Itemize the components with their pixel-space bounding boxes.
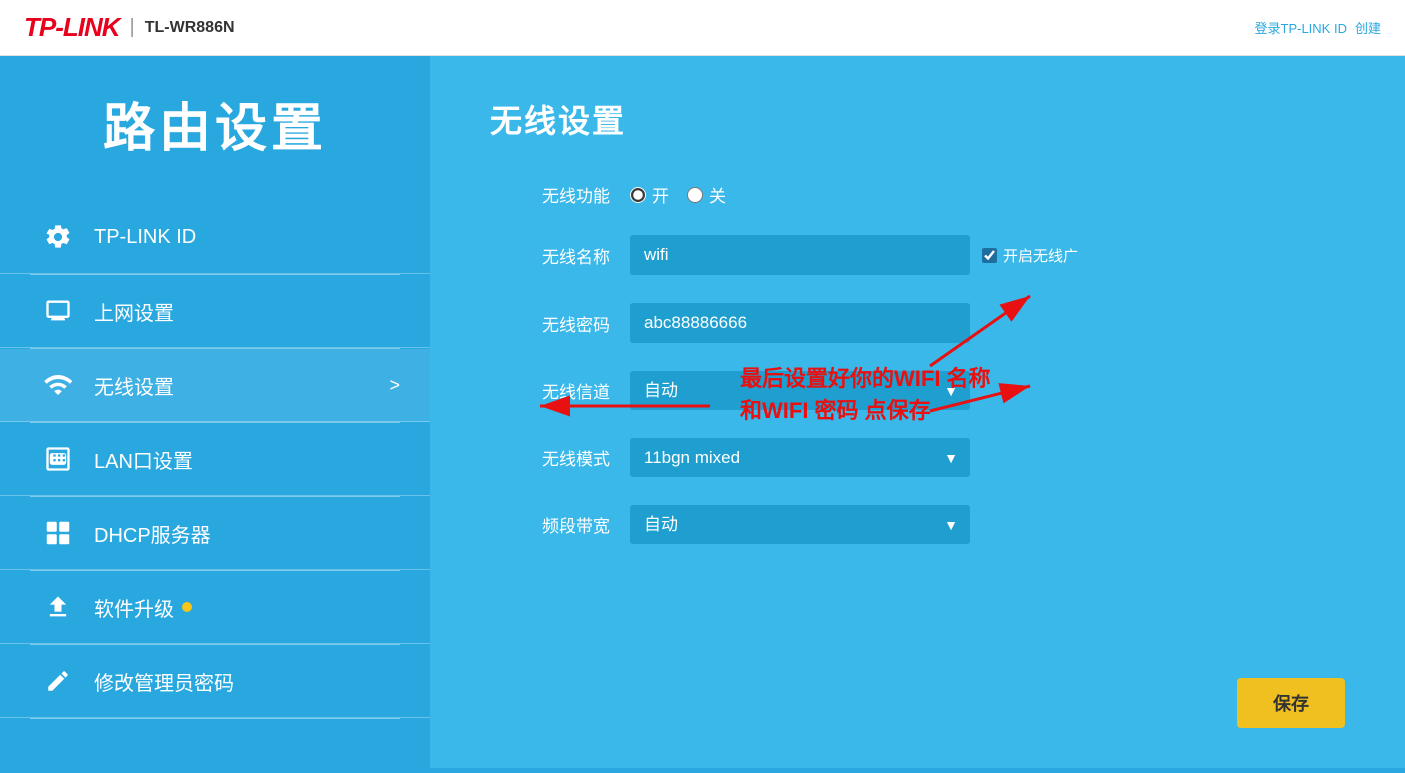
bandwidth-select[interactable]: 自动 20MHz 40MHz <box>630 505 970 544</box>
wireless-mode-control: 11bgn mixed 11b only 11g only 11n only ▼ <box>630 438 970 477</box>
brand-model: TL-WR886N <box>145 19 235 37</box>
login-link[interactable]: 登录TP-LINK ID <box>1255 18 1347 37</box>
wireless-on-label: 开 <box>652 182 669 207</box>
mode-select-wrapper: 11bgn mixed 11b only 11g only 11n only ▼ <box>630 438 970 477</box>
logo-divider: | <box>130 16 135 39</box>
upload-icon <box>40 589 76 625</box>
wireless-on-radio[interactable]: 开 <box>630 182 669 207</box>
annotation-overlay: 最后设置好你的WIFI 名称 和WIFI 密码 点保存 <box>430 56 1405 768</box>
wireless-mode-label: 无线模式 <box>490 445 610 470</box>
wireless-bandwidth-control: 自动 20MHz 40MHz ▼ <box>630 505 970 544</box>
wireless-func-control: 开 关 <box>630 182 726 207</box>
broadcast-label-text: 开启无线广 <box>1003 245 1078 266</box>
wireless-name-row: 无线名称 开启无线广 <box>490 235 1345 275</box>
sidebar-item-wireless-arrow: > <box>389 375 400 396</box>
wireless-off-radio[interactable]: 关 <box>687 182 726 207</box>
sidebar-item-password-label: 修改管理员密码 <box>94 667 234 696</box>
sidebar-item-upgrade[interactable]: 软件升级 <box>0 571 430 644</box>
register-link[interactable]: 创建 <box>1355 18 1381 37</box>
wireless-on-input[interactable] <box>630 187 646 203</box>
sidebar-item-password[interactable]: 修改管理员密码 <box>0 645 430 718</box>
wireless-password-control <box>630 303 970 343</box>
lan-icon <box>40 441 76 477</box>
sidebar-item-lan-label: LAN口设置 <box>94 445 193 474</box>
header-links: 登录TP-LINK ID 创建 <box>1255 18 1381 37</box>
sidebar-item-tplink-id[interactable]: TP-LINK ID <box>0 201 430 274</box>
layout: 路由设置 TP-LINK ID 上网设置 无线设置 > <box>0 56 1405 768</box>
wireless-channel-label: 无线信道 <box>490 378 610 403</box>
wireless-password-label: 无线密码 <box>490 311 610 336</box>
wireless-name-input[interactable] <box>630 235 970 275</box>
logo: TP-LINK | TL-WR886N <box>24 12 235 43</box>
sidebar-item-lan[interactable]: LAN口设置 <box>0 423 430 496</box>
broadcast-checkbox[interactable] <box>982 248 997 263</box>
wireless-channel-control: 自动 123 456 789 10111213 ▼ <box>630 371 970 410</box>
sidebar-item-dhcp[interactable]: DHCP服务器 <box>0 497 430 570</box>
sidebar-item-tplink-label: TP-LINK ID <box>94 226 196 249</box>
sidebar-item-upgrade-label: 软件升级 <box>94 593 174 622</box>
channel-select-wrapper: 自动 123 456 789 10111213 ▼ <box>630 371 970 410</box>
channel-select[interactable]: 自动 123 456 789 10111213 <box>630 371 970 410</box>
wireless-name-control: 开启无线广 <box>630 235 1078 275</box>
wireless-off-label: 关 <box>709 182 726 207</box>
wireless-name-label: 无线名称 <box>490 243 610 268</box>
mode-select[interactable]: 11bgn mixed 11b only 11g only 11n only <box>630 438 970 477</box>
wireless-mode-row: 无线模式 11bgn mixed 11b only 11g only 11n o… <box>490 438 1345 477</box>
wireless-password-row: 无线密码 <box>490 303 1345 343</box>
bandwidth-select-wrapper: 自动 20MHz 40MHz ▼ <box>630 505 970 544</box>
wireless-bandwidth-row: 频段带宽 自动 20MHz 40MHz ▼ <box>490 505 1345 544</box>
wifi-icon <box>40 367 76 403</box>
save-button[interactable]: 保存 <box>1237 678 1345 728</box>
sidebar-title: 路由设置 <box>0 86 430 161</box>
broadcast-checkbox-label[interactable]: 开启无线广 <box>982 245 1078 266</box>
sidebar-item-wireless-label: 无线设置 <box>94 371 174 400</box>
sidebar-item-internet-label: 上网设置 <box>94 297 174 326</box>
sidebar-item-internet[interactable]: 上网设置 <box>0 275 430 348</box>
sidebar-item-wireless[interactable]: 无线设置 > <box>0 349 430 422</box>
monitor-icon <box>40 293 76 329</box>
brand-tp: TP-LINK <box>24 12 120 43</box>
sidebar: 路由设置 TP-LINK ID 上网设置 无线设置 > <box>0 56 430 768</box>
dhcp-icon <box>40 515 76 551</box>
main-content: 无线设置 无线功能 开 关 无线名称 开启无线 <box>430 56 1405 768</box>
annotation-svg: 最后设置好你的WIFI 名称 和WIFI 密码 点保存 <box>430 56 1405 768</box>
wireless-channel-row: 无线信道 自动 123 456 789 10111213 ▼ <box>490 371 1345 410</box>
pencil-icon <box>40 663 76 699</box>
upgrade-badge <box>182 602 192 612</box>
sidebar-item-dhcp-label: DHCP服务器 <box>94 519 211 548</box>
wireless-bandwidth-label: 频段带宽 <box>490 512 610 537</box>
page-title: 无线设置 <box>490 96 1345 142</box>
wireless-func-label: 无线功能 <box>490 182 610 207</box>
wireless-password-input[interactable] <box>630 303 970 343</box>
header: TP-LINK | TL-WR886N 登录TP-LINK ID 创建 <box>0 0 1405 56</box>
gear-icon <box>40 219 76 255</box>
wireless-off-input[interactable] <box>687 187 703 203</box>
wireless-func-row: 无线功能 开 关 <box>490 182 1345 207</box>
